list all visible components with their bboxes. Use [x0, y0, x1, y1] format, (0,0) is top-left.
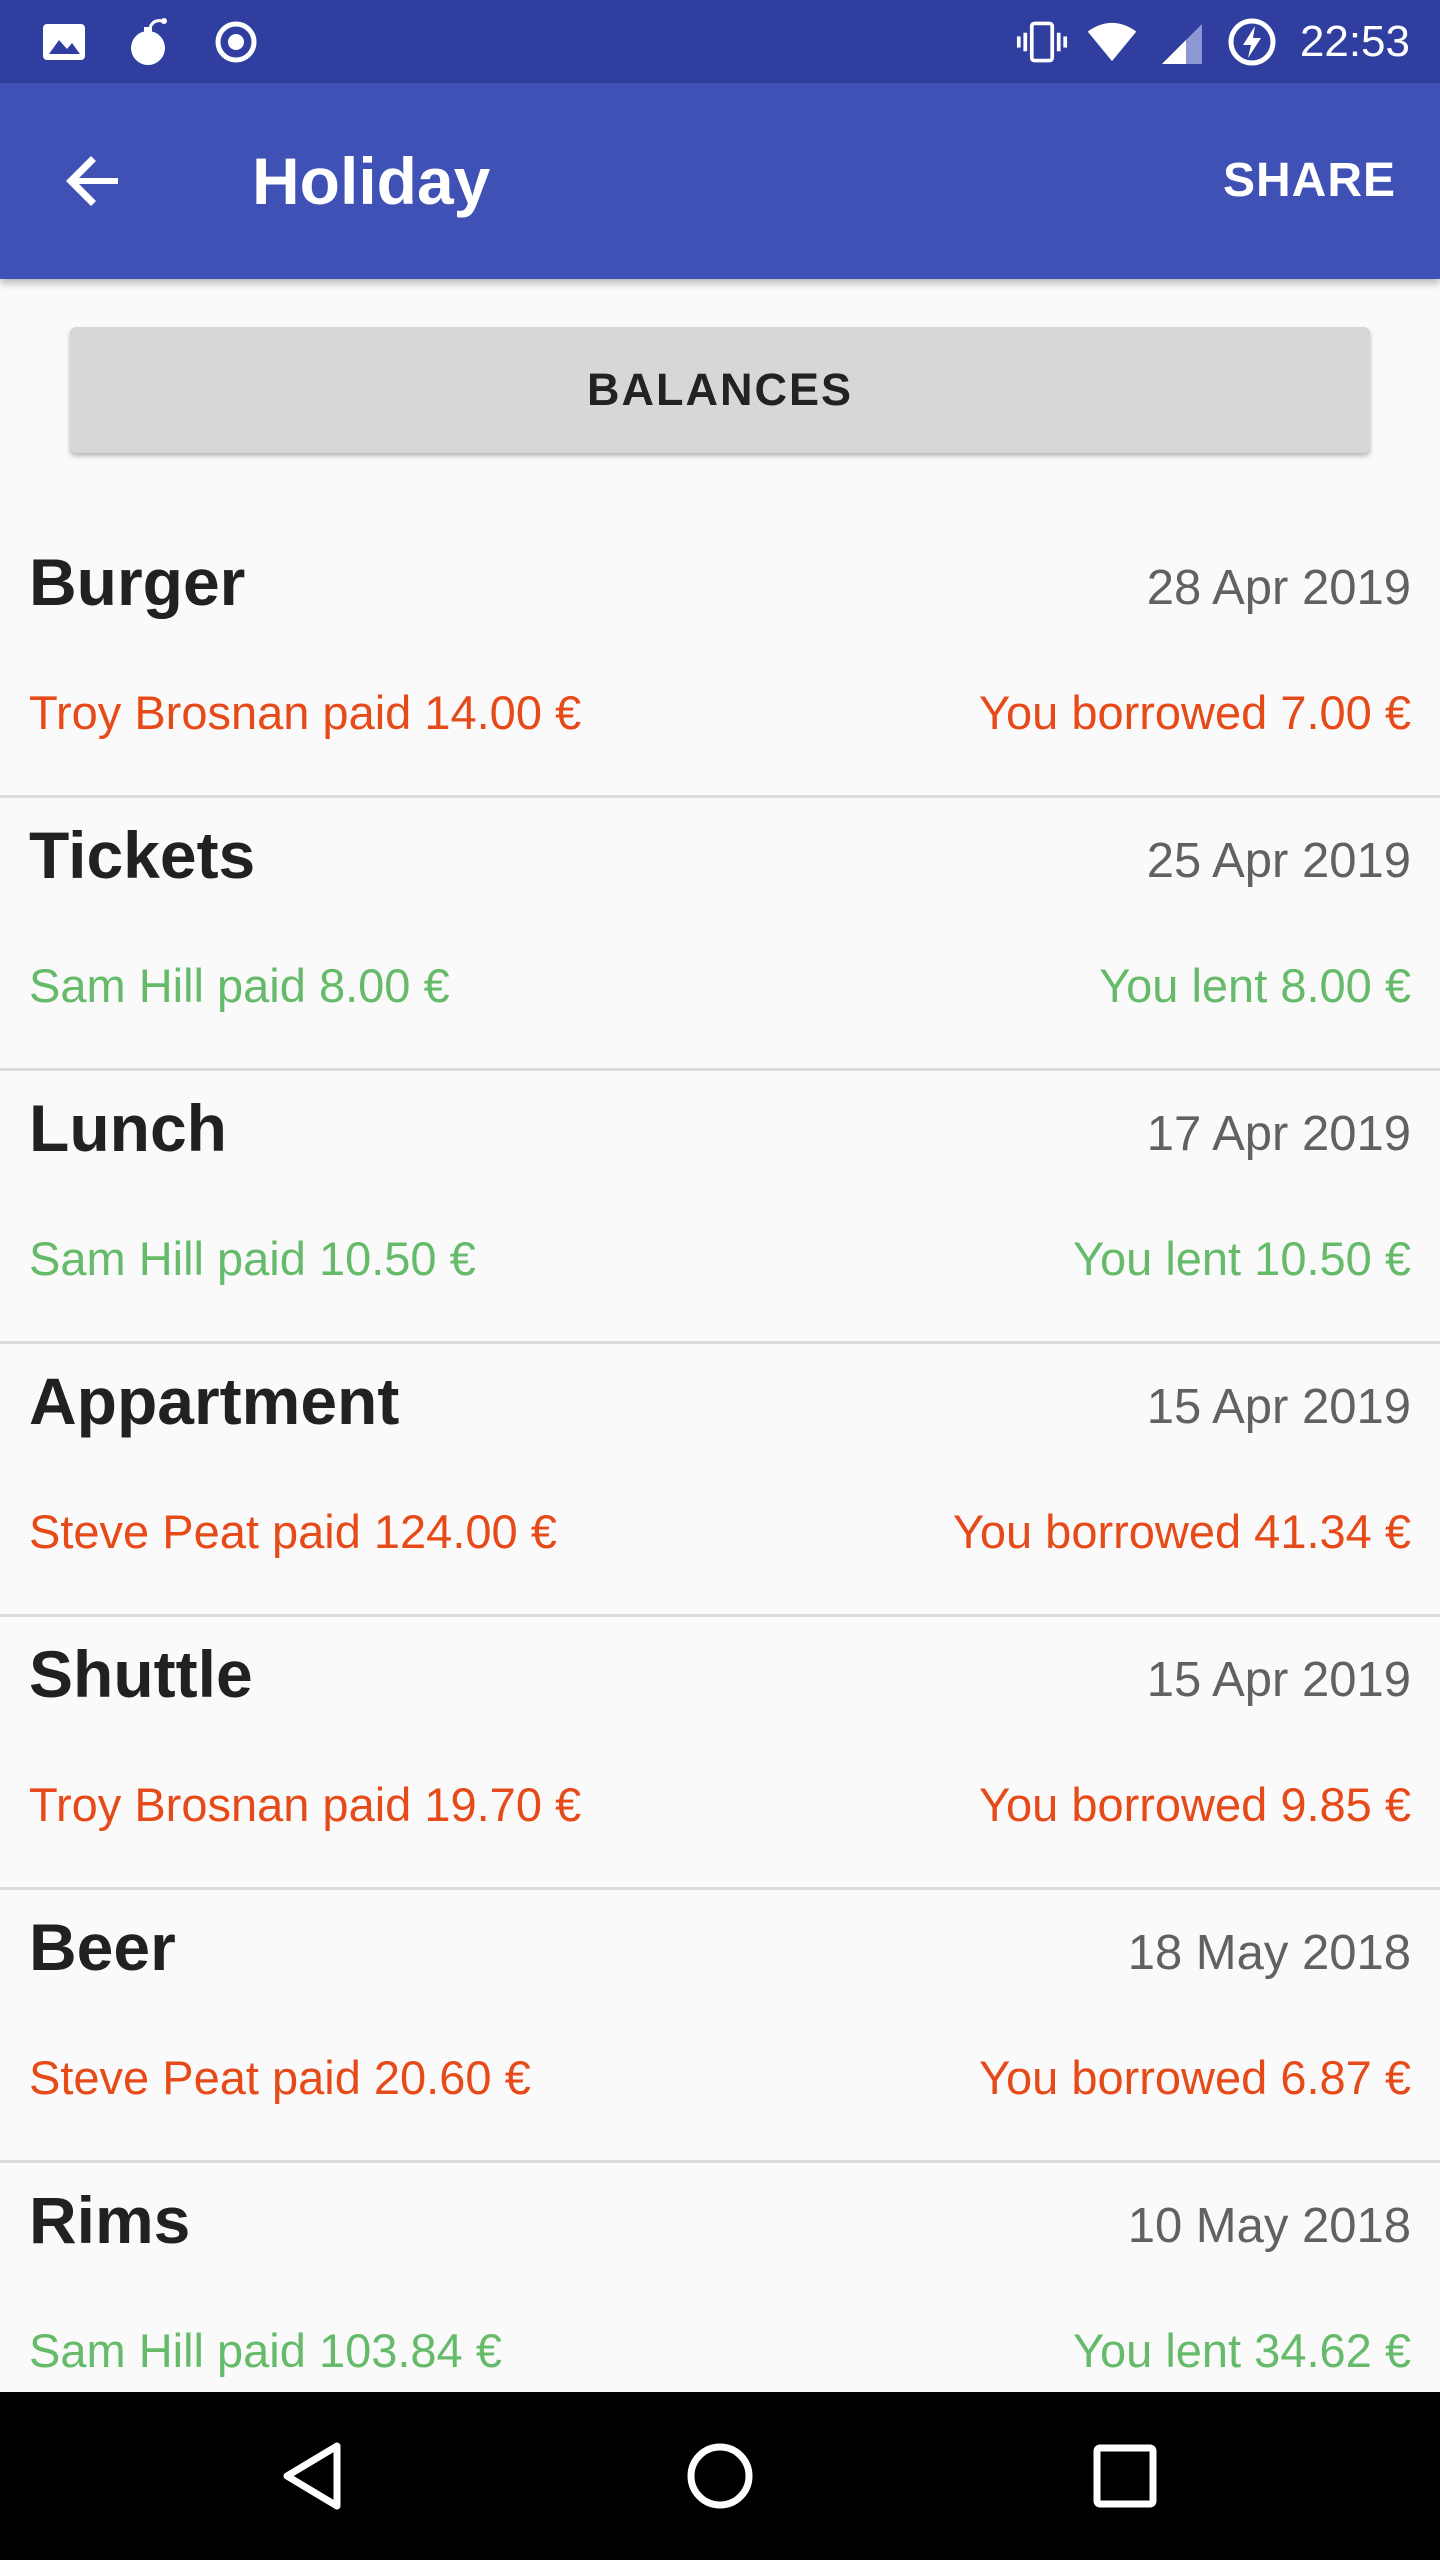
expense-name: Tickets [29, 818, 256, 892]
bomb-icon [124, 16, 176, 68]
expense-name: Lunch [29, 1091, 227, 1165]
vibrate-icon [1016, 16, 1068, 68]
expense-paid-by: Steve Peat paid 20.60 € [29, 2051, 531, 2104]
expense-name: Burger [29, 545, 246, 619]
share-button[interactable]: SHARE [1219, 131, 1400, 231]
app-bar: Holiday SHARE [0, 83, 1440, 279]
expense-name: Shuttle [29, 1637, 253, 1711]
expense-paid-by: Sam Hill paid 8.00 € [29, 959, 450, 1012]
wifi-icon [1086, 16, 1138, 68]
expense-your-share: You borrowed 7.00 € [978, 686, 1411, 739]
expense-date: 15 Apr 2019 [1146, 1653, 1411, 1707]
expense-your-share: You lent 10.50 € [1072, 1232, 1411, 1285]
expense-item[interactable]: Rims 10 May 2018 Sam Hill paid 103.84 € … [0, 2163, 1440, 2392]
expense-paid-by: Troy Brosnan paid 14.00 € [29, 686, 582, 739]
balances-button[interactable]: BALANCES [70, 327, 1370, 453]
expense-date: 15 Apr 2019 [1146, 1380, 1411, 1434]
expense-name: Rims [29, 2183, 191, 2257]
status-right-icons: 22:53 [1016, 0, 1410, 83]
expense-paid-by: Sam Hill paid 103.84 € [29, 2324, 502, 2377]
cell-signal-icon [1156, 16, 1208, 68]
back-button[interactable] [46, 133, 142, 229]
expense-paid-by: Sam Hill paid 10.50 € [29, 1232, 476, 1285]
expense-date: 25 Apr 2019 [1146, 834, 1411, 888]
battery-charging-icon [1226, 16, 1278, 68]
status-bar: 22:53 [0, 0, 1440, 83]
nav-back-icon [283, 2442, 341, 2510]
nav-back-button[interactable] [255, 2416, 375, 2536]
nav-home-icon [687, 2443, 753, 2509]
status-left-icons [38, 0, 262, 83]
arrow-back-icon [66, 156, 118, 206]
expense-item[interactable]: Appartment 15 Apr 2019 Steve Peat paid 1… [0, 1344, 1440, 1617]
expense-date: 10 May 2018 [1127, 2199, 1411, 2253]
expense-your-share: You borrowed 41.34 € [952, 1505, 1411, 1558]
expense-item[interactable]: Shuttle 15 Apr 2019 Troy Brosnan paid 19… [0, 1617, 1440, 1890]
record-icon [210, 16, 262, 68]
expense-your-share: You borrowed 6.87 € [978, 2051, 1411, 2104]
expense-item[interactable]: Beer 18 May 2018 Steve Peat paid 20.60 €… [0, 1890, 1440, 2163]
expense-date: 17 Apr 2019 [1146, 1107, 1411, 1161]
expense-date: 18 May 2018 [1127, 1926, 1411, 1980]
image-icon [38, 16, 90, 68]
nav-recents-button[interactable] [1065, 2416, 1185, 2536]
nav-recents-icon [1093, 2444, 1157, 2508]
expense-your-share: You lent 34.62 € [1072, 2324, 1411, 2377]
expense-your-share: You borrowed 9.85 € [978, 1778, 1411, 1831]
expense-list: Burger 28 Apr 2019 Troy Brosnan paid 14.… [0, 525, 1440, 2392]
nav-home-button[interactable] [660, 2416, 780, 2536]
page-title: Holiday [252, 144, 491, 218]
expense-paid-by: Steve Peat paid 124.00 € [29, 1505, 557, 1558]
expense-item[interactable]: Lunch 17 Apr 2019 Sam Hill paid 10.50 € … [0, 1071, 1440, 1344]
expense-name: Beer [29, 1910, 176, 1984]
expense-date: 28 Apr 2019 [1146, 561, 1411, 615]
navigation-bar [0, 2392, 1440, 2560]
expense-name: Appartment [29, 1364, 400, 1438]
expense-paid-by: Troy Brosnan paid 19.70 € [29, 1778, 582, 1831]
expense-item[interactable]: Tickets 25 Apr 2019 Sam Hill paid 8.00 €… [0, 798, 1440, 1071]
status-time: 22:53 [1299, 16, 1410, 66]
expense-item[interactable]: Burger 28 Apr 2019 Troy Brosnan paid 14.… [0, 525, 1440, 798]
expense-your-share: You lent 8.00 € [1099, 959, 1411, 1012]
